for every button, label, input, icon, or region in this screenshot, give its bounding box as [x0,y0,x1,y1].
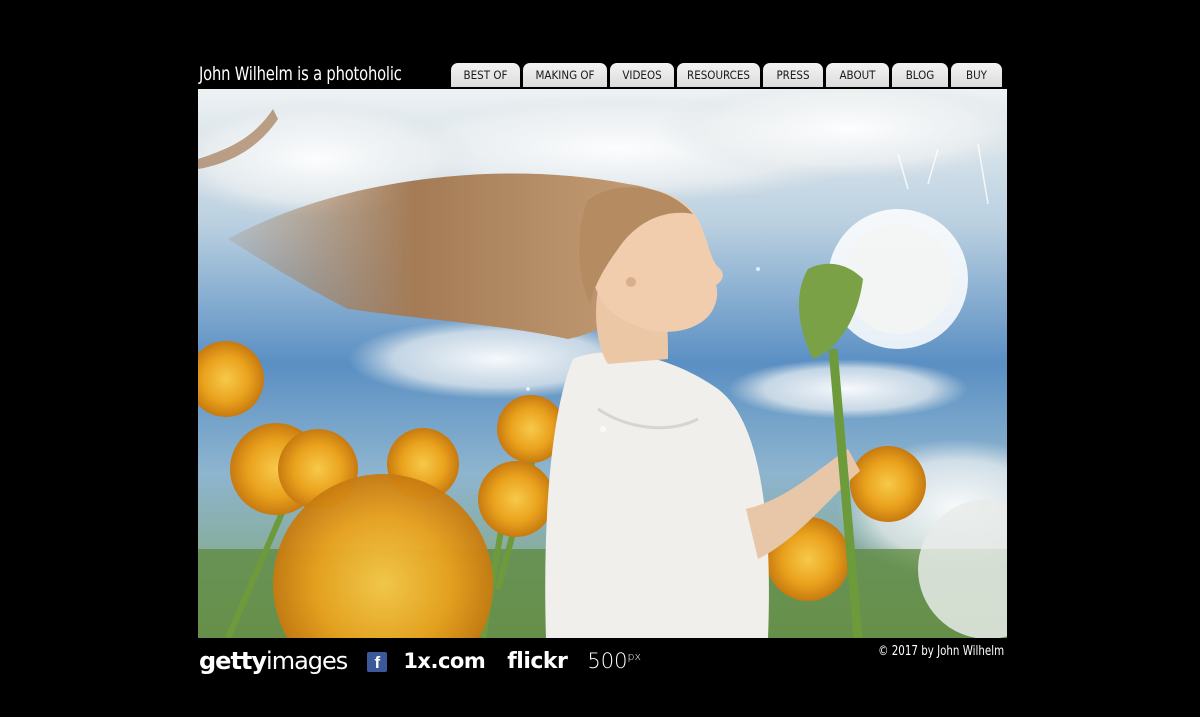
onex-logo[interactable]: 1x.com [403,649,485,673]
main-nav: BEST OF MAKING OF VIDEOS RESOURCES PRESS… [451,63,1002,87]
nav-videos[interactable]: VIDEOS [610,63,674,87]
500px-logo[interactable]: 500px [587,649,641,673]
site-title[interactable]: John Wilhelm is a photoholic [199,60,402,88]
facebook-icon[interactable]: f [367,652,388,672]
gettyimages-logo[interactable]: gettyimages [199,647,348,675]
nav-buy[interactable]: BUY [951,63,1002,87]
images-text: images [266,647,348,675]
nav-making-of[interactable]: MAKING OF [523,63,607,87]
nav-about[interactable]: ABOUT [826,63,889,87]
nav-blog[interactable]: BLOG [892,63,948,87]
footer-logos: gettyimages f 1x.com flickr 500px [199,646,641,676]
nav-best-of[interactable]: BEST OF [451,63,520,87]
nav-press[interactable]: PRESS [763,63,823,87]
hero-photo [198,89,1007,638]
getty-text: getty [199,647,267,675]
px-text: px [627,650,642,663]
flickr-logo[interactable]: flickr [507,649,568,674]
copyright-text: © 2017 by John Wilhelm [878,644,1004,659]
nav-resources[interactable]: RESOURCES [677,63,760,87]
hero-illustration [198,89,1007,638]
500-text: 500 [587,649,628,673]
